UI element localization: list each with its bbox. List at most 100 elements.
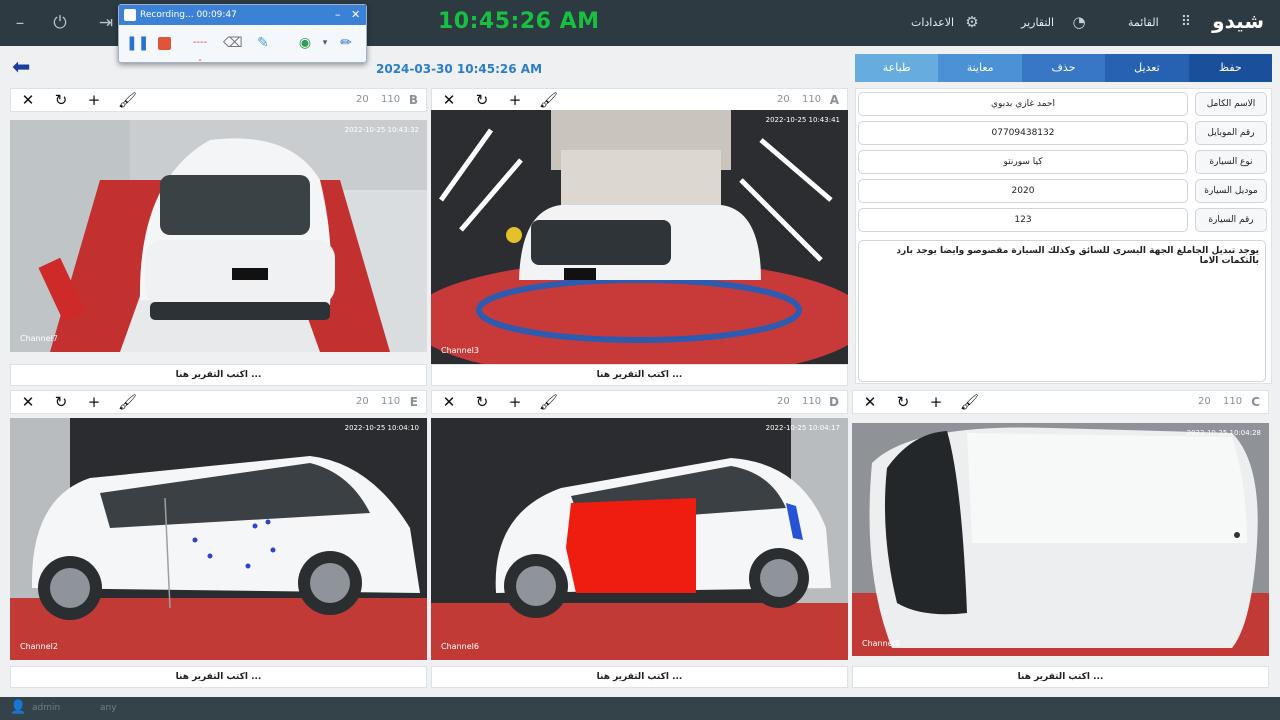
camera-photo[interactable]: Channel3 2022-10-25 10:43:41 xyxy=(431,110,848,364)
report-caption[interactable]: اكتب التقرير هنا ... xyxy=(10,364,427,386)
recorder-minimize-icon[interactable]: – xyxy=(335,5,341,25)
report-caption[interactable]: اكتب التقرير هنا ... xyxy=(431,364,848,386)
rotate-icon[interactable]: ↻ xyxy=(894,393,912,411)
camera-photo[interactable]: Channel2 2022-10-25 10:04:10 xyxy=(10,418,427,660)
plus-icon[interactable]: + xyxy=(85,393,103,411)
action-tabs: طباعة معاينة حذف تعديل حفظ xyxy=(855,54,1273,82)
rotate-icon[interactable]: ↻ xyxy=(52,91,70,109)
panel-value-a: 20 xyxy=(356,396,369,407)
clock: 10:45:26 AM xyxy=(438,9,600,34)
tab-delete[interactable]: حذف xyxy=(1021,54,1106,82)
rotate-icon[interactable]: ↻ xyxy=(52,393,70,411)
car-type-label: نوع السيارة xyxy=(1195,150,1267,174)
recording-titlebar[interactable]: Recording... 00:09:47 – ✕ xyxy=(119,5,366,25)
report-caption[interactable]: اكتب التقرير هنا ... xyxy=(431,666,848,688)
panel-toolbar: ✕ ↻ + 🖌 20 110 D xyxy=(431,390,848,414)
user-icon: 👤 xyxy=(10,700,27,715)
brush-icon[interactable]: 🖌 xyxy=(539,91,558,109)
panel-letter: C xyxy=(1251,395,1260,409)
rotate-icon[interactable]: ↻ xyxy=(473,91,491,109)
recorder-app-icon xyxy=(124,9,136,21)
mobile-row: 07709438132 رقم الموبايل xyxy=(858,121,1269,145)
timestamp-overlay: 2022-10-25 10:04:28 xyxy=(1186,429,1261,437)
close-icon[interactable]: ✕ xyxy=(440,393,458,411)
timestamp-overlay: 2022-10-25 10:04:10 xyxy=(344,424,419,432)
camera-panel-b: ✕ ↻ + 🖌 20 110 B Channel7 2022-10-25 10:… xyxy=(10,88,427,386)
plus-icon[interactable]: + xyxy=(85,91,103,109)
nav-settings-label[interactable]: الاعدادات xyxy=(911,16,954,29)
camera-photo[interactable]: Channel7 2022-10-25 10:43:32 xyxy=(10,120,427,352)
channel-label: Channel8 xyxy=(862,639,900,648)
camera-photo[interactable]: Channel8 2022-10-25 10:04:28 xyxy=(852,423,1269,656)
close-icon[interactable]: ✕ xyxy=(861,393,879,411)
power-icon[interactable]: ⏻ xyxy=(50,13,70,33)
footer-role: any xyxy=(100,703,117,713)
camera-panel-d: ✕ ↻ + 🖌 20 110 D Channel6 2022-10-25 10:… xyxy=(431,390,848,690)
tab-preview[interactable]: معاينة xyxy=(938,54,1022,82)
mobile-label: رقم الموبايل xyxy=(1195,121,1267,145)
panel-value-b: 110 xyxy=(802,94,822,105)
logo-text: شيدو xyxy=(1212,9,1264,33)
minimize-icon[interactable]: – xyxy=(10,13,30,33)
panel-letter: D xyxy=(829,395,839,409)
plus-icon[interactable]: + xyxy=(506,91,524,109)
panel-toolbar: ✕ ↻ + 🖌 20 110 C xyxy=(852,390,1269,414)
brush-icon[interactable]: 🖌 xyxy=(539,393,558,411)
grid-icon[interactable]: ⠿ xyxy=(1176,12,1196,32)
car-model-row: 2020 موديل السيارة xyxy=(858,179,1269,203)
footer-user: admin xyxy=(32,703,61,713)
car-number-field[interactable]: 123 xyxy=(858,208,1188,232)
panel-value-b: 110 xyxy=(381,396,401,407)
panel-letter: B xyxy=(408,93,418,107)
nav-menu-label[interactable]: القائمة xyxy=(1128,16,1159,29)
plus-icon[interactable]: + xyxy=(506,393,524,411)
notes-textarea[interactable]: يوجد تبديل الجاملغ الجهة اليسرى للسائق و… xyxy=(858,240,1266,382)
car-number-row: 123 رقم السيارة xyxy=(858,208,1269,232)
full-name-label: الاسم الكامل xyxy=(1195,92,1267,116)
full-name-row: احمد غازي بدبوي الاسم الكامل xyxy=(858,92,1269,116)
panel-value-b: 110 xyxy=(1223,396,1243,407)
nav-reports-label[interactable]: التقارير xyxy=(1021,16,1054,29)
brush-icon[interactable]: 🖌 xyxy=(118,393,137,411)
report-caption[interactable]: اكتب التقرير هنا ... xyxy=(10,666,427,688)
rotate-icon[interactable]: ↻ xyxy=(473,393,491,411)
recorder-close-icon[interactable]: ✕ xyxy=(351,5,360,25)
panel-letter: A xyxy=(829,93,839,107)
timestamp-overlay: 2022-10-25 10:04:17 xyxy=(765,424,840,432)
close-icon[interactable]: ✕ xyxy=(19,91,37,109)
camera-panel-c: ✕ ↻ + 🖌 20 110 C Channel8 2022-10-25 10:… xyxy=(852,390,1269,690)
logout-icon[interactable]: ⇥ xyxy=(96,13,116,33)
report-caption[interactable]: اكتب التقرير هنا ... xyxy=(852,666,1269,688)
tab-edit[interactable]: تعديل xyxy=(1105,54,1189,82)
panel-value-b: 110 xyxy=(381,94,401,105)
record-datetime: 2024-03-30 10:45:26 AM xyxy=(376,62,543,76)
pie-chart-icon[interactable]: ◔ xyxy=(1069,12,1089,32)
app-logo: شيدو xyxy=(1212,9,1264,33)
sub-bar: ⬅ 2024-03-30 10:45:26 AM xyxy=(0,50,852,86)
car-number-label: رقم السيارة xyxy=(1195,208,1267,232)
status-footer: 👤 admin any xyxy=(0,697,1280,720)
plus-icon[interactable]: + xyxy=(927,393,945,411)
tab-print[interactable]: طباعة xyxy=(855,54,939,82)
full-name-field[interactable]: احمد غازي بدبوي xyxy=(858,92,1188,116)
close-icon[interactable]: ✕ xyxy=(440,91,458,109)
panel-value-a: 20 xyxy=(777,396,790,407)
back-arrow-icon[interactable]: ⬅ xyxy=(12,57,30,79)
car-model-field[interactable]: 2020 xyxy=(858,179,1188,203)
timestamp-overlay: 2022-10-25 10:43:32 xyxy=(344,126,419,134)
recording-title: Recording... 00:09:47 xyxy=(140,10,237,20)
brush-icon[interactable]: 🖌 xyxy=(118,91,137,109)
gear-icon[interactable]: ⚙ xyxy=(962,12,982,32)
close-icon[interactable]: ✕ xyxy=(19,393,37,411)
tab-save[interactable]: حفظ xyxy=(1188,54,1273,82)
camera-photo[interactable]: Channel6 2022-10-25 10:04:17 xyxy=(431,418,848,660)
panel-value-a: 20 xyxy=(356,94,369,105)
car-type-field[interactable]: كيا سورنتو xyxy=(858,150,1188,174)
camera-panel-e: ✕ ↻ + 🖌 20 110 E Channel2 2022-10-25 10:… xyxy=(10,390,427,690)
channel-label: Channel2 xyxy=(20,642,58,651)
brush-icon[interactable]: 🖌 xyxy=(960,393,979,411)
mobile-field[interactable]: 07709438132 xyxy=(858,121,1188,145)
channel-label: Channel6 xyxy=(441,642,479,651)
panel-toolbar: ✕ ↻ + 🖌 20 110 B xyxy=(10,88,427,112)
channel-label: Channel3 xyxy=(441,346,479,355)
